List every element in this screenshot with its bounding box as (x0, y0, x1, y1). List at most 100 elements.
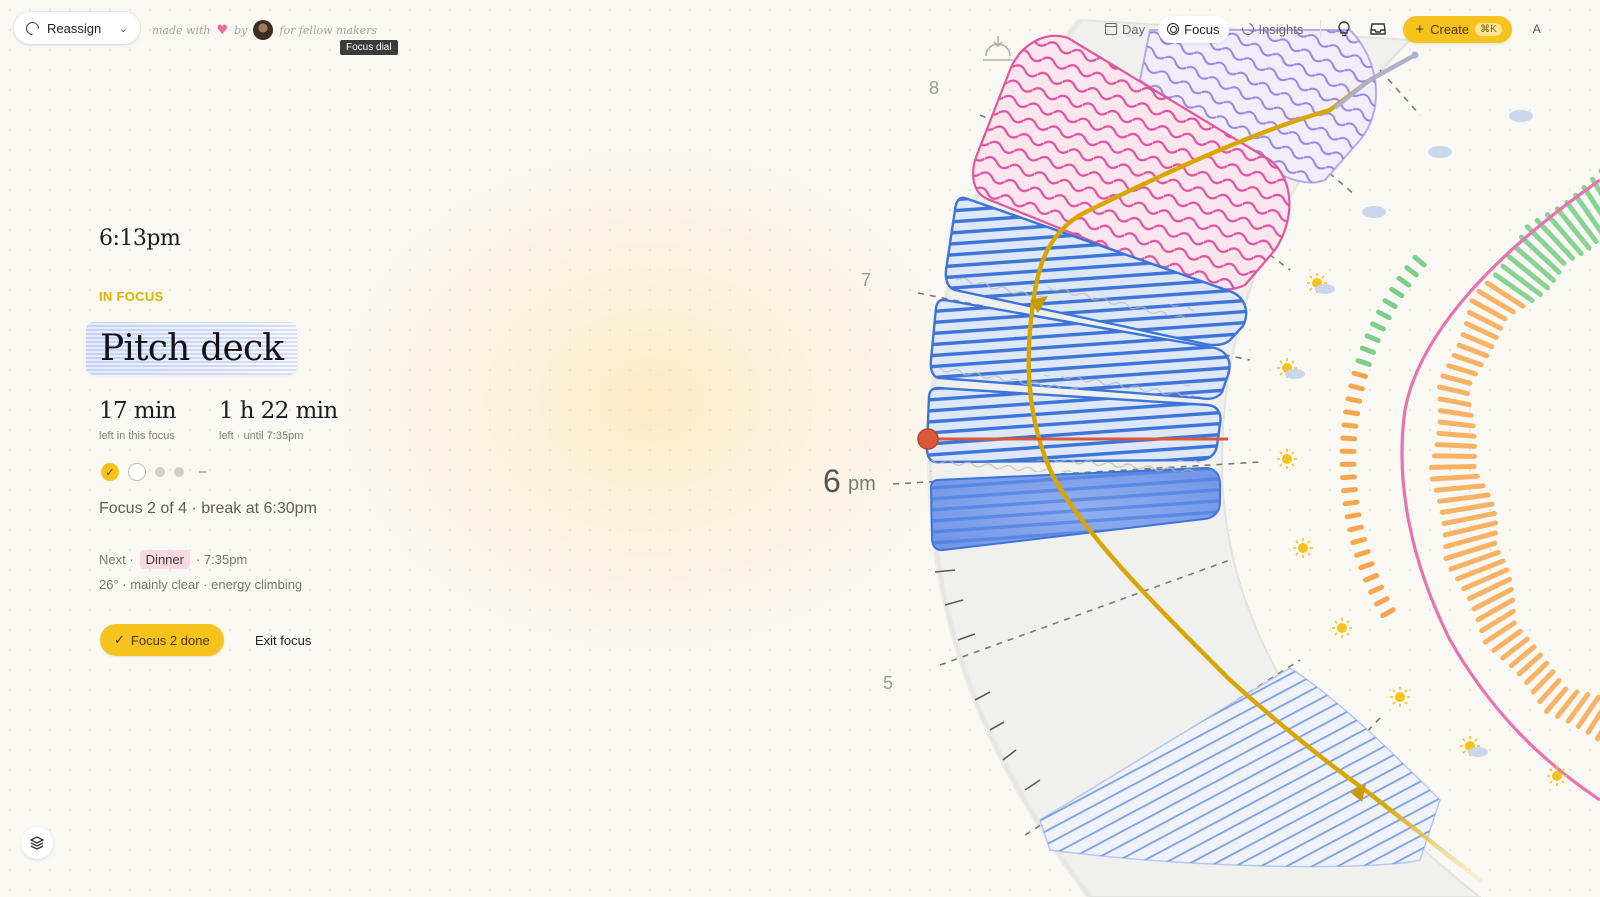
energy-bar (1492, 272, 1535, 304)
energy-bar (1466, 309, 1504, 331)
inbox-button[interactable] (1363, 14, 1393, 44)
inner-energy-bar (1382, 298, 1398, 310)
tab-day[interactable]: Day (1096, 16, 1154, 43)
total-remaining-caption: left · until 7:35pm (219, 430, 304, 442)
energy-bar (1437, 492, 1491, 504)
tick-marks (934, 569, 1041, 791)
focus-summary: Focus 2 of 4 · break at 6:30pm (99, 500, 317, 517)
energy-bar (1443, 540, 1498, 562)
focus-blocks[interactable] (925, 196, 1248, 552)
create-shortcut: ⌘K (1475, 22, 1502, 36)
inner-energy-bar (1344, 512, 1362, 520)
energy-bar (1476, 288, 1516, 315)
energy-bar (1437, 396, 1472, 408)
energy-bar (1463, 321, 1499, 341)
focus-dial[interactable]: 8 7 6 pm 5 (0, 0, 1600, 897)
energy-bar (1516, 652, 1544, 677)
sunset-icon (983, 36, 1013, 61)
conditions-text: 26° · mainly clear · energy climbing (99, 577, 303, 592)
next-event: Next · Dinner · 7:35pm (99, 550, 247, 569)
progress-ring-icon (23, 18, 42, 38)
energy-bar (1507, 254, 1551, 291)
total-remaining-value: 1 h 22 min (219, 398, 338, 424)
focus-remaining-caption: left in this focus (99, 430, 175, 442)
energy-bar (1513, 244, 1557, 283)
create-button[interactable]: + Create ⌘K (1403, 15, 1512, 43)
purple-block[interactable] (1140, 30, 1377, 183)
calendar-icon (1105, 23, 1117, 35)
inner-energy-bar (1364, 333, 1381, 344)
energy-bar (1534, 217, 1576, 261)
energy-bar (1466, 576, 1513, 602)
energy-bar (1554, 206, 1592, 251)
sun-icon (1332, 618, 1352, 638)
inbox-icon (1370, 23, 1387, 35)
moon-cloud-icon (1509, 110, 1533, 122)
energy-bar (1500, 263, 1543, 297)
energy-bar (1491, 628, 1523, 653)
upcoming-block[interactable] (1040, 668, 1440, 867)
sun-icon (1547, 766, 1567, 786)
energy-bar (1554, 689, 1580, 719)
current-time: 6:13pm (99, 226, 181, 251)
partly-cloudy-icon (1307, 273, 1335, 294)
maker-avatar[interactable] (253, 20, 274, 40)
hour-label-8: 8 (929, 78, 939, 98)
inner-energy-bar (1347, 524, 1364, 533)
tab-insights-label: Insights (1258, 21, 1304, 37)
tab-insights[interactable]: Insights (1233, 16, 1313, 43)
tab-focus[interactable]: Focus (1158, 15, 1229, 43)
energy-bar (1500, 636, 1530, 661)
energy-bar (1575, 694, 1600, 730)
nav-divider (1320, 20, 1322, 38)
ambient-glow (330, 140, 970, 660)
inner-energy-bar (1341, 422, 1359, 429)
energy-bar (1544, 212, 1584, 257)
energy-bar (1524, 224, 1567, 266)
exit-focus-button[interactable]: Exit focus (245, 624, 321, 656)
total-remaining: 1 h 22 min left · until 7:35pm (219, 398, 338, 442)
inner-energy-bar (1368, 584, 1385, 595)
energy-bar (1564, 199, 1599, 245)
sun-icon (1390, 687, 1410, 707)
tab-focus-label: Focus (1184, 21, 1220, 37)
energy-bar (1469, 298, 1508, 322)
heart-icon: ♥ (216, 22, 229, 38)
plus-icon: + (1415, 20, 1425, 38)
upcoming-focus-dot (174, 467, 184, 477)
reassign-label: Reassign (47, 20, 102, 36)
pink-block[interactable] (973, 35, 1290, 290)
focus-done-label: Focus 2 done (130, 632, 210, 648)
tab-day-label: Day (1122, 21, 1146, 37)
layers-button[interactable] (21, 827, 53, 859)
focus-done-button[interactable]: ✓ Focus 2 done (100, 624, 224, 656)
energy-bar (1433, 483, 1486, 493)
inner-energy-bar (1404, 265, 1419, 278)
energy-bar (1573, 192, 1600, 235)
energy-bar (1581, 185, 1600, 217)
lightbulb-button[interactable] (1329, 14, 1359, 44)
reassign-dropdown[interactable]: Reassign ⌄ (14, 12, 140, 44)
hour-label-pm: pm (848, 473, 876, 495)
now-marker[interactable] (917, 428, 939, 450)
inner-energy-bar (1354, 549, 1371, 558)
next-event-chip[interactable]: Dinner (139, 550, 190, 569)
account-avatar[interactable]: A (1522, 14, 1552, 44)
energy-bar (1431, 453, 1478, 459)
task-title: Pitch deck (100, 328, 284, 369)
progress-dash (199, 471, 206, 473)
current-focus-dot (128, 463, 146, 481)
energy-bar (1590, 176, 1600, 197)
inner-energy-bar (1358, 561, 1375, 571)
energy-bar (1448, 549, 1501, 572)
task-title-card[interactable]: Pitch deck (86, 322, 297, 375)
chevron-down-icon: ⌄ (118, 22, 128, 35)
energy-bar (1482, 620, 1517, 645)
made-with-credit[interactable]: made with ♥ by for fellow makers (152, 20, 377, 40)
energy-bar (1429, 473, 1480, 482)
made-with-text: made with (152, 23, 211, 37)
target-icon (1167, 23, 1180, 35)
inner-energy-bar (1389, 286, 1405, 299)
inner-energy-bar (1412, 254, 1427, 268)
by-text: by (234, 23, 248, 37)
